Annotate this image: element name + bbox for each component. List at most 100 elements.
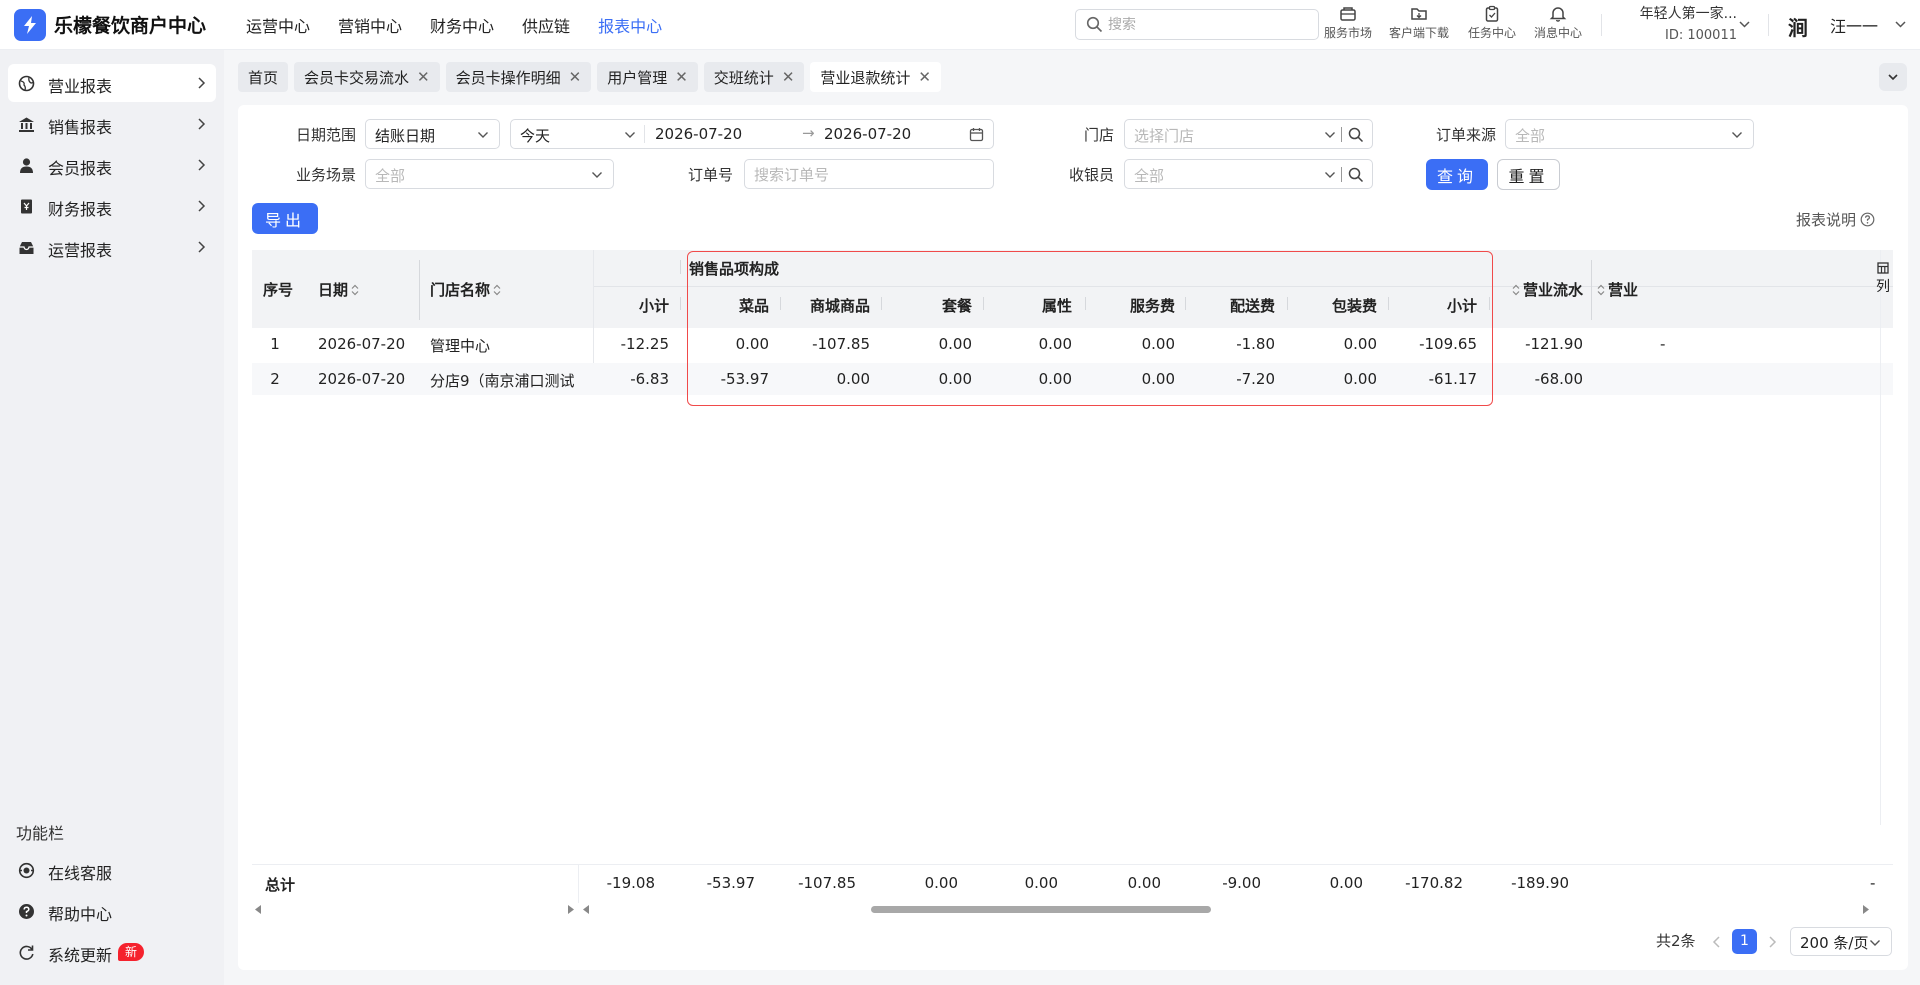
top-nav: 运营中心 营销中心 财务中心 供应链 报表中心 (246, 0, 662, 50)
new-badge: 新 (118, 943, 145, 961)
global-search[interactable] (1075, 9, 1319, 40)
header-store[interactable]: 门店名称 (430, 279, 502, 300)
chevron-right-icon (198, 118, 206, 130)
cell-seq: 2 (270, 370, 280, 388)
topnav-operations[interactable]: 运营中心 (246, 13, 310, 37)
divider (1601, 14, 1602, 36)
scroll-left-icon[interactable] (254, 905, 262, 914)
page-1-button[interactable]: 1 (1732, 929, 1757, 954)
tab-member-card-operations[interactable]: 会员卡操作明细 ✕ (445, 62, 592, 92)
tab-refund-statistics[interactable]: 营业退款统计 ✕ (810, 62, 941, 92)
message-center-button[interactable]: 消息中心 (1534, 5, 1582, 41)
business-scene-select[interactable]: 全部 (365, 159, 614, 189)
task-center-button[interactable]: 任务中心 (1468, 5, 1516, 41)
store-select[interactable]: 选择门店 (1124, 119, 1373, 149)
next-page-icon[interactable] (1767, 936, 1777, 948)
system-update-link[interactable]: 系统更新 新 (8, 934, 216, 970)
total-mall-goods: -107.85 (798, 874, 856, 892)
user-avatar[interactable]: 涧 (1788, 12, 1808, 41)
close-icon[interactable]: ✕ (569, 68, 582, 86)
sidebar-item-business-report[interactable]: 营业报表 (8, 64, 216, 102)
date-type-select[interactable]: 结账日期 (365, 119, 500, 149)
tab-member-card-transactions[interactable]: 会员卡交易流水 ✕ (294, 62, 440, 92)
user-name[interactable]: 汪一一 (1830, 13, 1878, 37)
topnav-finance[interactable]: 财务中心 (430, 13, 494, 37)
total-label: 总计 (265, 876, 296, 894)
total-business-flow: -189.90 (1511, 874, 1569, 892)
cell-business-flow: -121.90 (1525, 335, 1583, 353)
online-support-link[interactable]: 在线客服 (8, 852, 216, 888)
date-separator-arrow: → (802, 124, 815, 142)
sidebar-item-member-report[interactable]: 会员报表 (8, 146, 216, 184)
cashier-select[interactable]: 全部 (1124, 159, 1373, 189)
column-settings-button[interactable]: 列 (1873, 262, 1893, 296)
topnav-marketing[interactable]: 营销中心 (338, 13, 402, 37)
chevron-down-icon[interactable] (1738, 18, 1751, 31)
reset-button[interactable]: 重置 (1497, 159, 1560, 190)
horizontal-scrollbar[interactable] (252, 902, 1893, 916)
close-icon[interactable]: ✕ (675, 68, 688, 86)
query-button[interactable]: 查询 (1426, 159, 1488, 190)
tab-user-management[interactable]: 用户管理 ✕ (597, 62, 698, 92)
scroll-right-icon[interactable] (567, 905, 575, 914)
scroll-left-icon[interactable] (582, 905, 590, 914)
tab-label: 交班统计 (713, 68, 774, 87)
order-number-label: 订单号 (687, 166, 733, 184)
topnav-supply-chain[interactable]: 供应链 (522, 13, 570, 37)
date-range-picker[interactable]: 今天 2026-07-20 → 2026-07-20 (510, 119, 994, 149)
brand-logo[interactable] (14, 9, 46, 41)
close-icon[interactable]: ✕ (918, 68, 931, 86)
page-size-value: 200 条/页 (1800, 934, 1869, 952)
search-input[interactable] (1108, 14, 1308, 36)
scroll-right-icon[interactable] (1862, 905, 1870, 914)
order-number-field[interactable] (744, 159, 994, 189)
search-icon[interactable] (1348, 127, 1364, 143)
account-switcher[interactable]: 年轻人第一家... ID: 100011 (1617, 4, 1737, 46)
chevron-down-icon (625, 132, 635, 138)
order-source-select[interactable]: 全部 (1505, 119, 1754, 149)
tab-shift-statistics[interactable]: 交班统计 ✕ (703, 62, 805, 92)
scrollbar-thumb[interactable] (871, 906, 1211, 913)
topnav-reports[interactable]: 报表中心 (598, 13, 662, 37)
header-combo: 套餐 (941, 297, 972, 315)
sidebar-item-sales-report[interactable]: 销售报表 (8, 105, 216, 143)
report-help-link[interactable]: 报表说明 (1796, 209, 1875, 230)
header-business-flow[interactable]: 营业流水 (1502, 279, 1583, 300)
sidebar-item-operations-report[interactable]: 运营报表 (8, 228, 216, 266)
header-date[interactable]: 日期 (318, 279, 360, 300)
divider (1880, 250, 1881, 825)
clipboard-icon (1485, 5, 1499, 22)
divider (1341, 167, 1342, 182)
close-icon[interactable]: ✕ (417, 68, 430, 86)
header-divider (593, 286, 1893, 287)
help-center-link[interactable]: 帮助中心 (8, 893, 216, 929)
cell-business-cut: - (1660, 335, 1666, 353)
prev-page-icon[interactable] (1712, 936, 1722, 948)
chevron-down-icon[interactable] (1894, 18, 1907, 31)
tray-icon (19, 242, 34, 254)
sidebar-item-finance-report[interactable]: 财务报表 (8, 187, 216, 225)
header-business-cut[interactable]: 营业 (1596, 279, 1638, 300)
search-icon[interactable] (1348, 167, 1364, 183)
order-number-input[interactable] (754, 164, 978, 186)
date-start[interactable]: 2026-07-20 (655, 125, 742, 143)
sort-icon (1512, 284, 1520, 295)
export-button[interactable]: 导出 (252, 203, 318, 234)
func-item-label: 系统更新 (48, 946, 113, 965)
calendar-icon (969, 128, 984, 142)
total-business-cut: - (1870, 874, 1876, 892)
divider (680, 260, 681, 274)
page-size-select[interactable]: 200 条/页 (1790, 927, 1892, 956)
client-download-button[interactable]: 客户端下载 (1389, 5, 1449, 41)
close-icon[interactable]: ✕ (782, 68, 795, 86)
service-market-button[interactable]: 服务市场 (1324, 5, 1372, 41)
tabs-menu-button[interactable] (1879, 63, 1907, 91)
tab-label: 用户管理 (607, 68, 668, 87)
table-row[interactable]: 1 2026-07-20 管理中心 -12.25 0.00 -107.85 0.… (252, 328, 1893, 360)
date-end[interactable]: 2026-07-20 (824, 125, 911, 143)
tab-home[interactable]: 首页 (238, 62, 289, 92)
header-dish: 菜品 (738, 297, 769, 315)
date-preset-value[interactable]: 今天 (520, 125, 550, 146)
table-row[interactable]: 2 2026-07-20 分店9（南京浦口测试 -6.83 -53.97 0.0… (252, 363, 1893, 395)
sort-icon (351, 284, 359, 295)
